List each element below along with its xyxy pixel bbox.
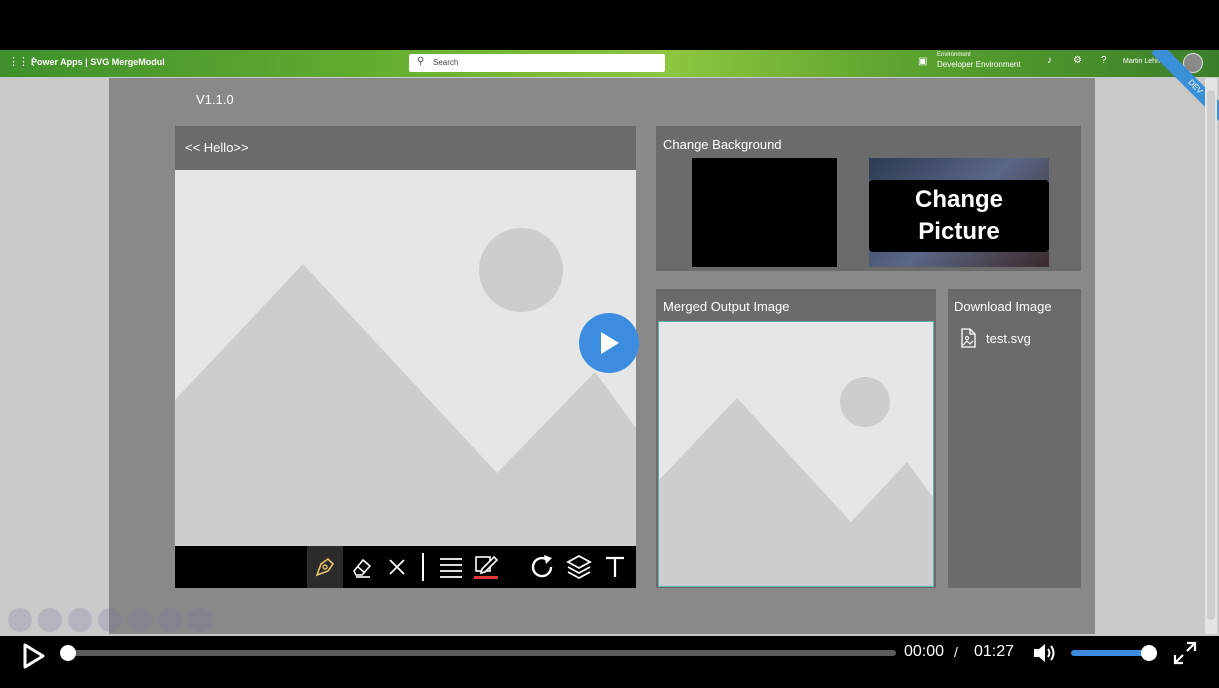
background-color-swatch[interactable]: [692, 158, 837, 267]
faded-tool-icon: [188, 608, 212, 632]
bell-icon[interactable]: ♪: [1047, 55, 1052, 66]
app-title: Power Apps | SVG MergeModul: [31, 57, 165, 67]
drawing-panel-title: << Hello>>: [185, 140, 249, 155]
download-file-link[interactable]: test.svg: [958, 328, 1031, 348]
volume-icon[interactable]: [1032, 641, 1058, 665]
faded-tool-icon: [68, 608, 92, 632]
seek-handle[interactable]: [60, 645, 76, 661]
lines-icon[interactable]: [433, 546, 469, 588]
video-controls: 00:00 / 01:27: [0, 636, 1219, 688]
current-time: 00:00: [904, 643, 945, 660]
change-picture-button[interactable]: Change Picture: [869, 180, 1049, 252]
app-launcher-icon[interactable]: ⋮⋮⋮: [8, 56, 39, 68]
placeholder-image-icon: [175, 228, 636, 546]
merged-output-title: Merged Output Image: [663, 299, 790, 314]
play-icon: [601, 332, 619, 354]
version-label: V1.1.0: [196, 92, 234, 107]
toolbar-separator: [422, 553, 424, 581]
eraser-icon[interactable]: [344, 546, 380, 588]
help-icon[interactable]: ?: [1101, 55, 1107, 66]
edit-color-icon[interactable]: [468, 546, 504, 588]
faded-toolbar: [8, 608, 212, 632]
big-play-button[interactable]: [579, 313, 639, 373]
volume-slider[interactable]: [1071, 650, 1151, 656]
environment-picker[interactable]: Developer Environment: [937, 60, 1021, 69]
faded-tool-icon: [128, 608, 152, 632]
faded-tool-icon: [38, 608, 62, 632]
download-title: Download Image: [954, 299, 1052, 314]
text-icon[interactable]: [597, 546, 633, 588]
play-button[interactable]: [22, 643, 46, 669]
search-icon: ⚲: [417, 56, 425, 67]
environment-icon: ▣: [918, 56, 928, 67]
play-icon: [23, 643, 45, 669]
pen-icon[interactable]: [307, 546, 343, 588]
close-icon[interactable]: [379, 546, 415, 588]
faded-tool-icon: [158, 608, 182, 632]
faded-tool-icon: [98, 608, 122, 632]
layers-icon[interactable]: [561, 546, 597, 588]
scrollbar-thumb[interactable]: [1207, 90, 1215, 620]
search-placeholder: Search: [433, 58, 459, 67]
fullscreen-icon[interactable]: [1173, 641, 1197, 665]
faded-tool-icon: [8, 608, 32, 632]
placeholder-image-icon: [659, 377, 933, 586]
environment-label: Environment: [937, 52, 971, 58]
search-input[interactable]: ⚲ Search: [409, 54, 665, 72]
volume-handle[interactable]: [1141, 645, 1157, 661]
image-placeholder[interactable]: [175, 170, 636, 546]
change-background-title: Change Background: [663, 137, 782, 152]
gear-icon[interactable]: ⚙: [1073, 55, 1082, 66]
download-file-name: test.svg: [986, 330, 1031, 346]
file-image-icon: [961, 328, 976, 348]
total-time: 01:27: [974, 643, 1015, 660]
time-separator: /: [954, 644, 958, 660]
seek-bar[interactable]: [66, 650, 896, 656]
rotate-icon[interactable]: [524, 546, 560, 588]
merged-image-placeholder: [658, 321, 934, 587]
drawing-toolbar: [175, 546, 636, 588]
power-apps-header: ⋮⋮⋮ Power Apps | SVG MergeModul ⚲ Search…: [0, 50, 1219, 77]
